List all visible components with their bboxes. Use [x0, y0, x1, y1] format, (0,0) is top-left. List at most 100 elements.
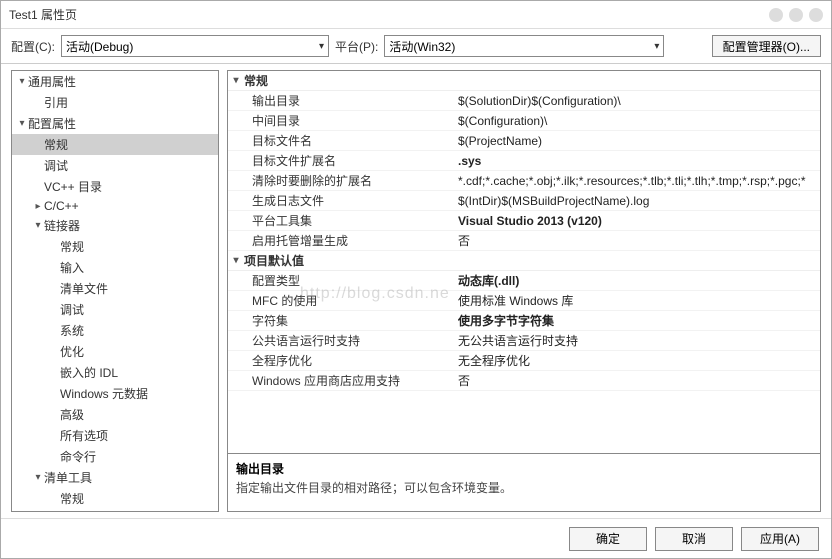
- platform-value: 活动(Win32): [389, 38, 455, 55]
- tree-node[interactable]: 引用: [12, 92, 218, 113]
- tree-node[interactable]: ▾配置属性: [12, 113, 218, 134]
- expander-open-icon[interactable]: ▾: [16, 118, 28, 129]
- tree-node-label: 常规: [60, 490, 84, 507]
- grid-row-value[interactable]: 否: [458, 232, 820, 249]
- tree-node[interactable]: 命令行: [12, 446, 218, 467]
- grid-section-title: 项目默认值: [244, 252, 304, 269]
- tree-node[interactable]: 常规: [12, 236, 218, 257]
- tree-node[interactable]: ▸C/C++: [12, 197, 218, 215]
- expander-open-icon[interactable]: ▾: [32, 472, 44, 483]
- tree-node[interactable]: 高级: [12, 404, 218, 425]
- tree-node-label: 调试: [60, 301, 84, 318]
- grid-row-key: 启用托管增量生成: [228, 232, 458, 249]
- tree-node-label: Windows 元数据: [60, 385, 148, 402]
- tree-node-label: 所有选项: [60, 427, 108, 444]
- tree-node[interactable]: 清单文件: [12, 278, 218, 299]
- tree-node[interactable]: ▾链接器: [12, 215, 218, 236]
- tree-node[interactable]: Windows 元数据: [12, 383, 218, 404]
- chevron-down-icon: ▾: [319, 41, 324, 52]
- tree-node[interactable]: ▾清单工具: [12, 467, 218, 488]
- grid-row-value[interactable]: 使用标准 Windows 库: [458, 292, 820, 309]
- description-title: 输出目录: [236, 460, 812, 477]
- config-select[interactable]: 活动(Debug) ▾: [61, 35, 329, 57]
- ok-button[interactable]: 确定: [569, 527, 647, 551]
- footer: 确定 取消 应用(A): [1, 518, 831, 558]
- grid-row[interactable]: MFC 的使用使用标准 Windows 库: [228, 291, 820, 311]
- expander-open-icon: ▾: [228, 255, 244, 266]
- grid-row[interactable]: 目标文件名$(ProjectName): [228, 131, 820, 151]
- tree-node-label: 引用: [44, 94, 68, 111]
- tree-node[interactable]: 输入: [12, 257, 218, 278]
- grid-row-value[interactable]: 否: [458, 372, 820, 389]
- grid-row-key: MFC 的使用: [228, 292, 458, 309]
- config-value: 活动(Debug): [66, 38, 133, 55]
- expander-closed-icon[interactable]: ▸: [32, 201, 44, 212]
- grid-row-value[interactable]: $(SolutionDir)$(Configuration)\: [458, 94, 820, 108]
- description-body: 指定输出文件目录的相对路径；可以包含环境变量。: [236, 479, 812, 496]
- grid-row[interactable]: 公共语言运行时支持无公共语言运行时支持: [228, 331, 820, 351]
- tree-node[interactable]: 常规: [12, 134, 218, 155]
- close-icon[interactable]: [809, 8, 823, 22]
- grid-row-value[interactable]: Visual Studio 2013 (v120): [458, 214, 820, 228]
- maximize-icon[interactable]: [789, 8, 803, 22]
- tree-node-label: C/C++: [44, 199, 79, 213]
- tree-node[interactable]: ▾通用属性: [12, 71, 218, 92]
- grid-row-value[interactable]: 使用多字节字符集: [458, 312, 820, 329]
- tree-node[interactable]: 所有选项: [12, 425, 218, 446]
- window-title: Test1 属性页: [9, 6, 763, 23]
- nav-tree[interactable]: ▾通用属性引用▾配置属性常规调试VC++ 目录▸C/C++▾链接器常规输入清单文…: [11, 70, 219, 512]
- expander-open-icon: ▾: [228, 75, 244, 86]
- grid-row-value[interactable]: .sys: [458, 154, 820, 168]
- toolbar: 配置(C): 活动(Debug) ▾ 平台(P): 活动(Win32) ▾ 配置…: [1, 29, 831, 63]
- grid-section-header[interactable]: ▾项目默认值: [228, 251, 820, 271]
- grid-row[interactable]: 配置类型动态库(.dll): [228, 271, 820, 291]
- platform-select[interactable]: 活动(Win32) ▾: [384, 35, 664, 57]
- grid-row[interactable]: 字符集使用多字节字符集: [228, 311, 820, 331]
- apply-button[interactable]: 应用(A): [741, 527, 819, 551]
- tree-node[interactable]: 嵌入的 IDL: [12, 362, 218, 383]
- tree-node[interactable]: 系统: [12, 320, 218, 341]
- grid-row-value[interactable]: $(IntDir)$(MSBuildProjectName).log: [458, 194, 820, 208]
- grid-row[interactable]: 目标文件扩展名.sys: [228, 151, 820, 171]
- expander-open-icon[interactable]: ▾: [16, 76, 28, 87]
- tree-node-label: 优化: [60, 343, 84, 360]
- tree-node[interactable]: 优化: [12, 341, 218, 362]
- grid-row-value[interactable]: $(ProjectName): [458, 134, 820, 148]
- tree-node-label: 嵌入的 IDL: [60, 364, 118, 381]
- grid-row-value[interactable]: $(Configuration)\: [458, 114, 820, 128]
- grid-row[interactable]: Windows 应用商店应用支持否: [228, 371, 820, 391]
- minimize-icon[interactable]: [769, 8, 783, 22]
- tree-node-label: 链接器: [44, 217, 80, 234]
- grid-row[interactable]: 全程序优化无全程序优化: [228, 351, 820, 371]
- property-page-window: Test1 属性页 配置(C): 活动(Debug) ▾ 平台(P): 活动(W…: [0, 0, 832, 559]
- grid-row[interactable]: 清除时要删除的扩展名*.cdf;*.cache;*.obj;*.ilk;*.re…: [228, 171, 820, 191]
- grid-row-value[interactable]: 无公共语言运行时支持: [458, 332, 820, 349]
- config-manager-button[interactable]: 配置管理器(O)...: [712, 35, 821, 57]
- tree-node-label: 输入和输出: [60, 511, 120, 512]
- grid-row-key: 平台工具集: [228, 212, 458, 229]
- grid-row-key: 目标文件名: [228, 132, 458, 149]
- cancel-button[interactable]: 取消: [655, 527, 733, 551]
- chevron-down-icon: ▾: [654, 41, 659, 52]
- tree-node[interactable]: 调试: [12, 155, 218, 176]
- grid-row-value[interactable]: *.cdf;*.cache;*.obj;*.ilk;*.resources;*.…: [458, 174, 820, 188]
- grid-row-value[interactable]: 无全程序优化: [458, 352, 820, 369]
- grid-row-key: 输出目录: [228, 92, 458, 109]
- grid-row[interactable]: 平台工具集Visual Studio 2013 (v120): [228, 211, 820, 231]
- grid-section-header[interactable]: ▾常规: [228, 71, 820, 91]
- tree-node-label: 输入: [60, 259, 84, 276]
- property-grid[interactable]: ▾常规输出目录$(SolutionDir)$(Configuration)\中间…: [227, 70, 821, 454]
- grid-row[interactable]: 输出目录$(SolutionDir)$(Configuration)\: [228, 91, 820, 111]
- tree-node[interactable]: 输入和输出: [12, 509, 218, 512]
- grid-row[interactable]: 中间目录$(Configuration)\: [228, 111, 820, 131]
- grid-row-value[interactable]: 动态库(.dll): [458, 272, 820, 289]
- grid-row-key: 公共语言运行时支持: [228, 332, 458, 349]
- grid-row-key: 中间目录: [228, 112, 458, 129]
- tree-node[interactable]: 常规: [12, 488, 218, 509]
- tree-node[interactable]: VC++ 目录: [12, 176, 218, 197]
- grid-row[interactable]: 启用托管增量生成否: [228, 231, 820, 251]
- tree-node-label: 通用属性: [28, 73, 76, 90]
- grid-row[interactable]: 生成日志文件$(IntDir)$(MSBuildProjectName).log: [228, 191, 820, 211]
- expander-open-icon[interactable]: ▾: [32, 220, 44, 231]
- tree-node[interactable]: 调试: [12, 299, 218, 320]
